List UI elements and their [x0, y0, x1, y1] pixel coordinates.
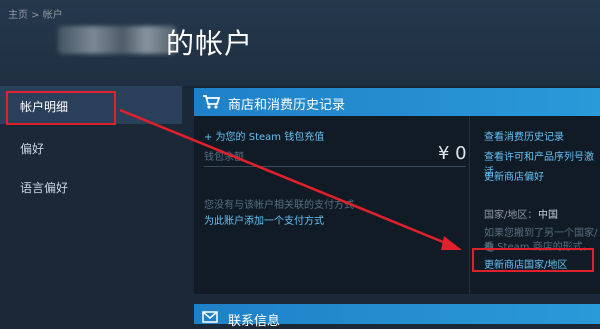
view-purchase-history-link[interactable]: 查看消费历史记录 [484, 128, 564, 143]
cart-icon [203, 95, 220, 109]
sidebar-item-language-preferences[interactable]: 语言偏好 [0, 167, 182, 205]
wallet-balance-amount: ¥ 0 [438, 143, 467, 164]
add-payment-method-link[interactable]: 为此账户添加一个支付方式 [204, 212, 324, 227]
highlight-box-account-details [6, 91, 116, 125]
breadcrumb-current[interactable]: 帐户 [43, 10, 63, 21]
breadcrumb: 主页 > 帐户 [8, 6, 63, 21]
store-panel-titlebar: 商店和消费历史记录 [194, 88, 600, 116]
no-payment-method-text: 您没有与该帐户相关联的支付方式 [204, 200, 354, 211]
country-value: 中国 [538, 210, 558, 221]
store-panel-title: 商店和消费历史记录 [228, 98, 346, 113]
divider [204, 166, 466, 167]
breadcrumb-home[interactable]: 主页 [8, 10, 28, 21]
blurred-username [58, 26, 176, 54]
add-funds-link[interactable]: + 为您的 Steam 钱包充值 [204, 128, 324, 143]
mail-icon [202, 311, 218, 323]
country-label: 国家/地区： [484, 210, 538, 221]
contact-info-panel: 联系信息 [194, 304, 600, 329]
breadcrumb-separator: > [28, 10, 43, 21]
highlight-box-update-country [472, 248, 594, 272]
wallet-balance-label: 钱包余额 [204, 152, 244, 163]
sidebar-item-label: 偏好 [20, 142, 45, 156]
column-divider [469, 116, 470, 294]
contact-panel-title: 联系信息 [228, 314, 281, 329]
update-store-preferences-link[interactable]: 更新商店偏好 [484, 168, 544, 183]
sidebar-item-preferences[interactable]: 偏好 [0, 128, 182, 166]
sidebar-item-label: 语言偏好 [20, 181, 69, 195]
page-title: 的帐户 [166, 27, 254, 60]
